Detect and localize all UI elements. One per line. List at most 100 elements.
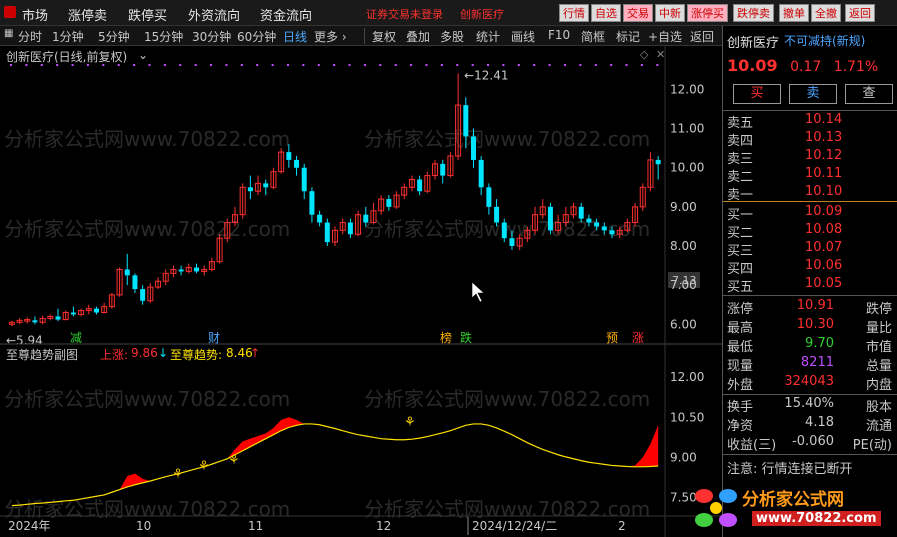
buy-level-4[interactable]: 买四 10.06 xyxy=(727,258,892,277)
event-dot xyxy=(194,64,197,66)
candle-body xyxy=(93,308,99,313)
stat-value: 324043 xyxy=(784,374,834,389)
candle-body xyxy=(655,159,661,165)
candle-body xyxy=(286,152,292,160)
btn-back-top[interactable]: 返回 xyxy=(845,4,875,22)
candle-body xyxy=(470,136,476,160)
period-5min[interactable]: 5分钟 xyxy=(98,28,130,45)
candle-body xyxy=(547,206,553,231)
menu-market[interactable]: 市场 xyxy=(22,5,48,24)
event-dot xyxy=(256,64,259,66)
period-60min[interactable]: 60分钟 xyxy=(237,28,276,45)
period-15min[interactable]: 15分钟 xyxy=(144,28,183,45)
btn-news[interactable]: 中新 xyxy=(655,4,685,22)
btn-cancel-all[interactable]: 全撤 xyxy=(811,4,841,22)
watermark-text: 分析家公式网www.70822.com xyxy=(4,217,290,241)
sell-level-3[interactable]: 卖三 10.12 xyxy=(727,148,892,167)
sell-price: 10.13 xyxy=(805,130,843,145)
high-price-label: ←12.41 xyxy=(464,68,508,82)
btn-watchlist[interactable]: 自选 xyxy=(591,4,621,22)
query-button[interactable]: 查 xyxy=(845,84,893,104)
btn-trade[interactable]: 交易 xyxy=(623,4,653,22)
diamond-icon[interactable]: ◇ xyxy=(640,48,648,61)
kline-chart[interactable]: 分析家公式网www.70822.com 分析家公式网www.70822.com 分析… xyxy=(0,46,722,537)
chart-canvas[interactable]: 分析家公式网www.70822.com 分析家公式网www.70822.com 分析… xyxy=(0,46,722,537)
stat-key: 涨停 xyxy=(727,302,754,317)
event-marker: 涨 xyxy=(632,330,644,345)
event-dot xyxy=(548,64,551,66)
buy-level-1[interactable]: 买一 10.09 xyxy=(727,204,892,223)
event-dot xyxy=(579,64,582,66)
butterfly-icon: ⚘ xyxy=(228,453,240,468)
sell-price: 10.14 xyxy=(805,112,843,127)
period-1min[interactable]: 1分钟 xyxy=(52,28,84,45)
period-30min[interactable]: 30分钟 xyxy=(192,28,231,45)
close-icon[interactable]: ✕ xyxy=(656,48,665,61)
chevron-down-icon[interactable]: ⌄ xyxy=(138,48,148,62)
candle-body xyxy=(440,163,446,176)
buy-button[interactable]: 买 xyxy=(733,84,781,104)
candle-body xyxy=(194,267,200,272)
candle-body xyxy=(124,269,130,276)
event-dot xyxy=(533,64,536,66)
watermark-text: 分析家公式网www.70822.com xyxy=(364,387,650,411)
sell-level-1[interactable]: 卖五 10.14 xyxy=(727,112,892,131)
grid-icon[interactable]: ▦ xyxy=(4,28,13,39)
candle-body xyxy=(55,316,61,320)
price-row: 10.09 0.17 1.71% xyxy=(727,56,886,75)
sell-button[interactable]: 卖 xyxy=(789,84,837,104)
event-dot xyxy=(133,64,136,66)
menu-limit-up-sell[interactable]: 涨停卖 xyxy=(68,5,107,24)
event-dot xyxy=(179,64,182,66)
menu-foreign-flow[interactable]: 外资流向 xyxy=(188,5,240,24)
tool-mark[interactable]: 标记 xyxy=(616,28,640,45)
tool-multi[interactable]: 多股 xyxy=(440,28,464,45)
price-tick: 6.00 xyxy=(670,317,697,331)
buy-level-3[interactable]: 买三 10.07 xyxy=(727,240,892,259)
mouse-cursor-icon xyxy=(471,281,485,303)
period-daily[interactable]: 日线 xyxy=(283,28,307,45)
menu-limit-down-buy[interactable]: 跌停买 xyxy=(128,5,167,24)
stat-key-2: 总量 xyxy=(865,359,892,374)
tool-adjust[interactable]: 复权 xyxy=(372,28,396,45)
tool-back[interactable]: 返回 xyxy=(690,28,714,45)
btn-limit-up-buy[interactable]: 涨停买 xyxy=(687,4,728,22)
trend-line xyxy=(11,423,659,507)
butterfly-icon: ⚘ xyxy=(198,459,210,474)
candle-body xyxy=(609,230,615,235)
stat-key: 净资 xyxy=(727,419,754,434)
indicator-tick: 12.00 xyxy=(670,370,704,384)
event-dot xyxy=(333,64,336,66)
candle-body xyxy=(586,218,592,223)
buy-level-2[interactable]: 买二 10.08 xyxy=(727,222,892,241)
tool-add-watch[interactable]: +自选 xyxy=(648,28,682,45)
tool-simple[interactable]: 简框 xyxy=(581,28,605,45)
login-status: 证券交易未登录 xyxy=(366,8,443,21)
sell-level-2[interactable]: 卖四 10.13 xyxy=(727,130,892,149)
btn-quote[interactable]: 行情 xyxy=(559,4,589,22)
stat-key-2: PE(动) xyxy=(852,438,892,453)
buy-level-5[interactable]: 买五 10.05 xyxy=(727,276,892,295)
event-dot xyxy=(471,64,474,66)
tool-stats[interactable]: 统计 xyxy=(476,28,500,45)
candle-body xyxy=(70,312,76,315)
chart-title: 创新医疗(日线,前复权) xyxy=(6,50,128,64)
tool-overlay[interactable]: 叠加 xyxy=(406,28,430,45)
sell-level-4[interactable]: 卖二 10.11 xyxy=(727,166,892,185)
event-marker: 财 xyxy=(208,331,220,345)
btn-limit-down-sell[interactable]: 跌停卖 xyxy=(733,4,774,22)
stat-row: 收益(三) -0.060 PE(动) xyxy=(727,434,892,453)
date-label: 2024/12/24/二 xyxy=(472,519,557,533)
candle-body xyxy=(32,320,38,323)
tool-draw[interactable]: 画线 xyxy=(511,28,535,45)
event-dot xyxy=(502,64,505,66)
buy-price: 10.07 xyxy=(805,240,843,255)
period-more[interactable]: 更多 › xyxy=(314,28,347,45)
candle-body xyxy=(509,238,515,246)
menu-capital-flow[interactable]: 资金流向 xyxy=(260,5,312,24)
btn-cancel-order[interactable]: 撤单 xyxy=(779,4,809,22)
period-time[interactable]: 分时 xyxy=(18,28,42,45)
tool-f10[interactable]: F10 xyxy=(548,28,570,42)
down-arrow-icon: ↓ xyxy=(158,346,169,360)
event-dot xyxy=(302,64,305,66)
